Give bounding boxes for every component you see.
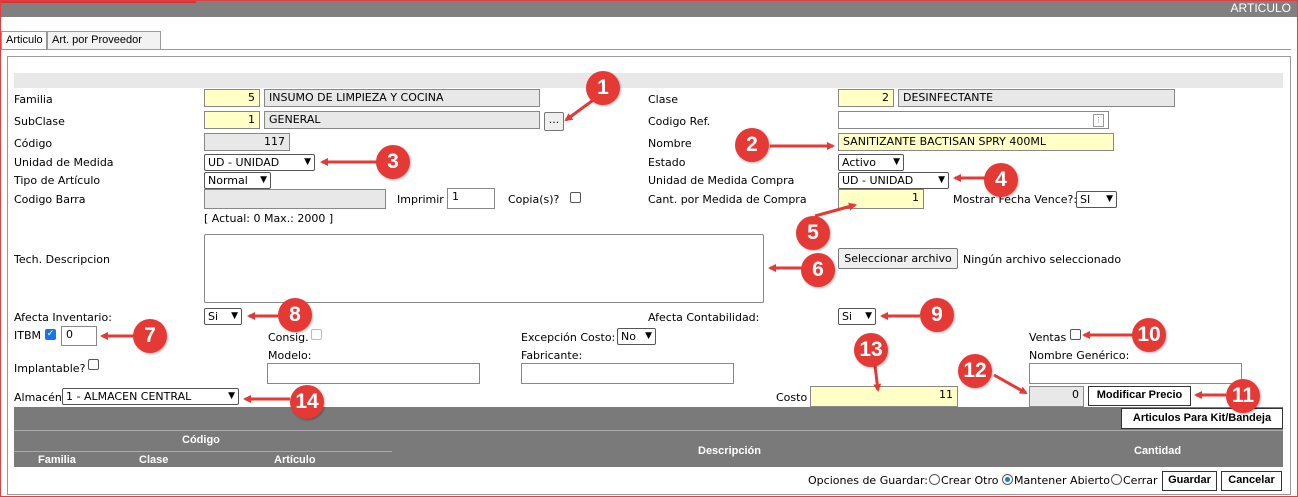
marker-14: 14 xyxy=(290,385,324,419)
marker-9: 9 xyxy=(920,298,954,332)
arrow-13 xyxy=(873,365,882,392)
marker-8: 8 xyxy=(278,298,312,332)
marker-6: 6 xyxy=(801,253,835,287)
arrow-5 xyxy=(814,202,857,218)
marker-5: 5 xyxy=(796,216,830,250)
marker-3: 3 xyxy=(376,145,410,179)
marker-11: 11 xyxy=(1226,379,1260,413)
marker-7: 7 xyxy=(133,319,167,353)
annotation-arrows xyxy=(100,96,1226,403)
marker-2: 2 xyxy=(735,128,769,162)
marker-12: 12 xyxy=(958,354,992,388)
marker-1: 1 xyxy=(586,71,620,105)
marker-4: 4 xyxy=(984,163,1018,197)
marker-10: 10 xyxy=(1132,318,1166,352)
marker-13: 13 xyxy=(854,333,888,367)
arrow-12 xyxy=(993,373,1028,395)
